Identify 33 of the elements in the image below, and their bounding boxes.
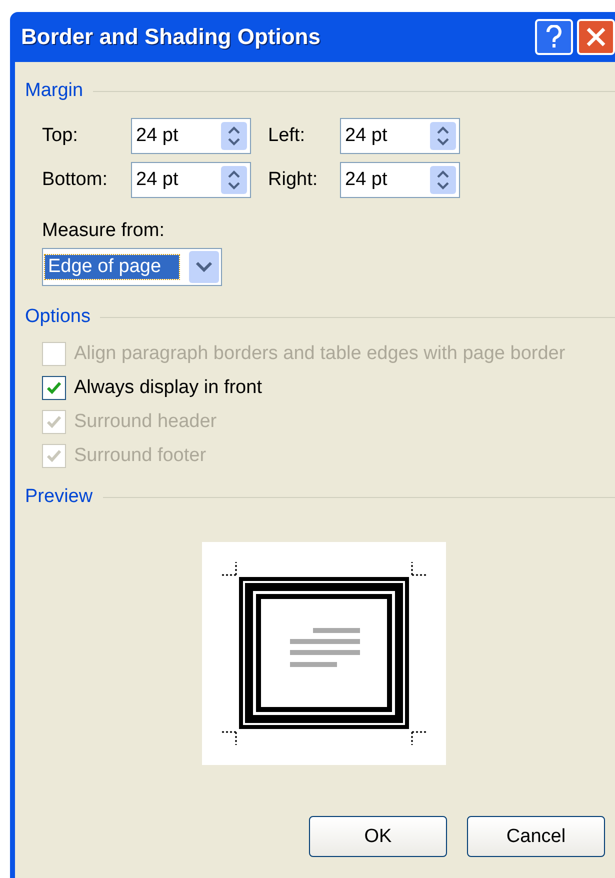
checkmark-icon [46, 415, 62, 429]
close-icon [585, 26, 607, 48]
spin-field[interactable]: 24 pt [340, 118, 460, 154]
field-label: Top: [42, 125, 79, 147]
spin-field[interactable]: 24 pt [131, 118, 251, 154]
window-title: Border and Shading Options [21, 24, 320, 50]
spinner-arrows-icon[interactable] [430, 166, 456, 194]
checkbox-label: Align paragraph borders and table edges with page border [74, 343, 566, 365]
spinner-arrows-icon[interactable] [430, 122, 456, 150]
spinner-arrows-icon[interactable] [221, 166, 247, 194]
close-button[interactable] [577, 19, 615, 55]
section-heading: Margin [25, 80, 84, 102]
checkbox-label: Always display in front [74, 377, 262, 399]
dialog-button[interactable]: Cancel [467, 816, 605, 857]
field-label: Bottom: [42, 169, 108, 191]
spin-field[interactable]: 24 pt [340, 162, 460, 198]
field-label: Measure from: [42, 220, 166, 242]
checkmark-icon [46, 381, 62, 395]
spinner-arrows-icon[interactable] [221, 122, 247, 150]
question-mark-icon [546, 25, 562, 49]
section-heading: Options [25, 306, 90, 328]
spin-field[interactable]: 24 pt [131, 162, 251, 198]
help-button[interactable] [535, 19, 573, 55]
checkbox[interactable] [42, 376, 66, 400]
checkmark-icon [46, 449, 62, 463]
dialog-button[interactable]: OK [309, 816, 447, 857]
chevron-down-icon [189, 251, 219, 283]
field-label: Right: [268, 169, 319, 191]
checkbox-label: Surround header [74, 411, 217, 433]
checkbox-label: Surround footer [74, 445, 206, 467]
field-label: Left: [268, 125, 306, 147]
dropdown[interactable]: Edge of page [42, 248, 222, 286]
section-heading: Preview [25, 486, 93, 508]
